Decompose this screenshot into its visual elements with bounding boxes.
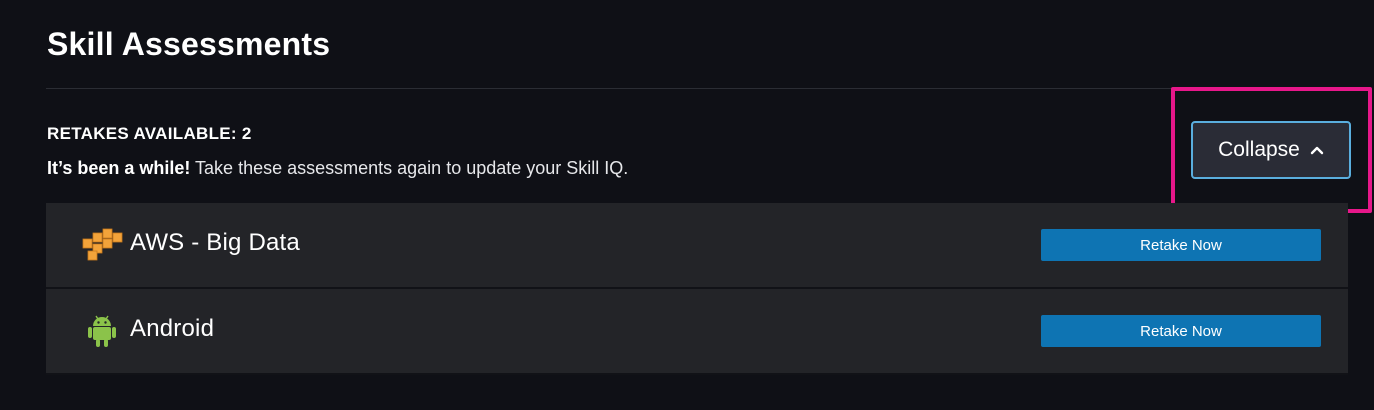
assessment-row-android: Android Retake Now: [46, 289, 1348, 375]
retakes-message: It’s been a while! Take these assessment…: [47, 158, 628, 179]
collapse-button[interactable]: Collapse: [1191, 121, 1351, 179]
retakes-message-text: Take these assessments again to update y…: [190, 158, 629, 178]
section-divider: [46, 88, 1348, 89]
assessment-name: AWS - Big Data: [130, 229, 300, 256]
collapse-button-label: Collapse: [1218, 138, 1300, 161]
retake-now-button[interactable]: Retake Now: [1041, 315, 1321, 347]
aws-icon: [80, 227, 124, 263]
retake-now-button[interactable]: Retake Now: [1041, 229, 1321, 261]
retakes-available-heading: RETAKES AVAILABLE: 2: [47, 124, 252, 143]
retakes-message-bold: It’s been a while!: [47, 158, 191, 178]
assessment-name: Android: [130, 315, 215, 342]
chevron-up-icon: [1310, 145, 1324, 155]
android-icon: [80, 313, 124, 349]
page-title: Skill Assessments: [47, 26, 331, 62]
assessment-row-aws-big-data: AWS - Big Data Retake Now: [46, 203, 1348, 289]
assessment-list: AWS - Big Data Retake Now Android Retake…: [46, 203, 1348, 375]
